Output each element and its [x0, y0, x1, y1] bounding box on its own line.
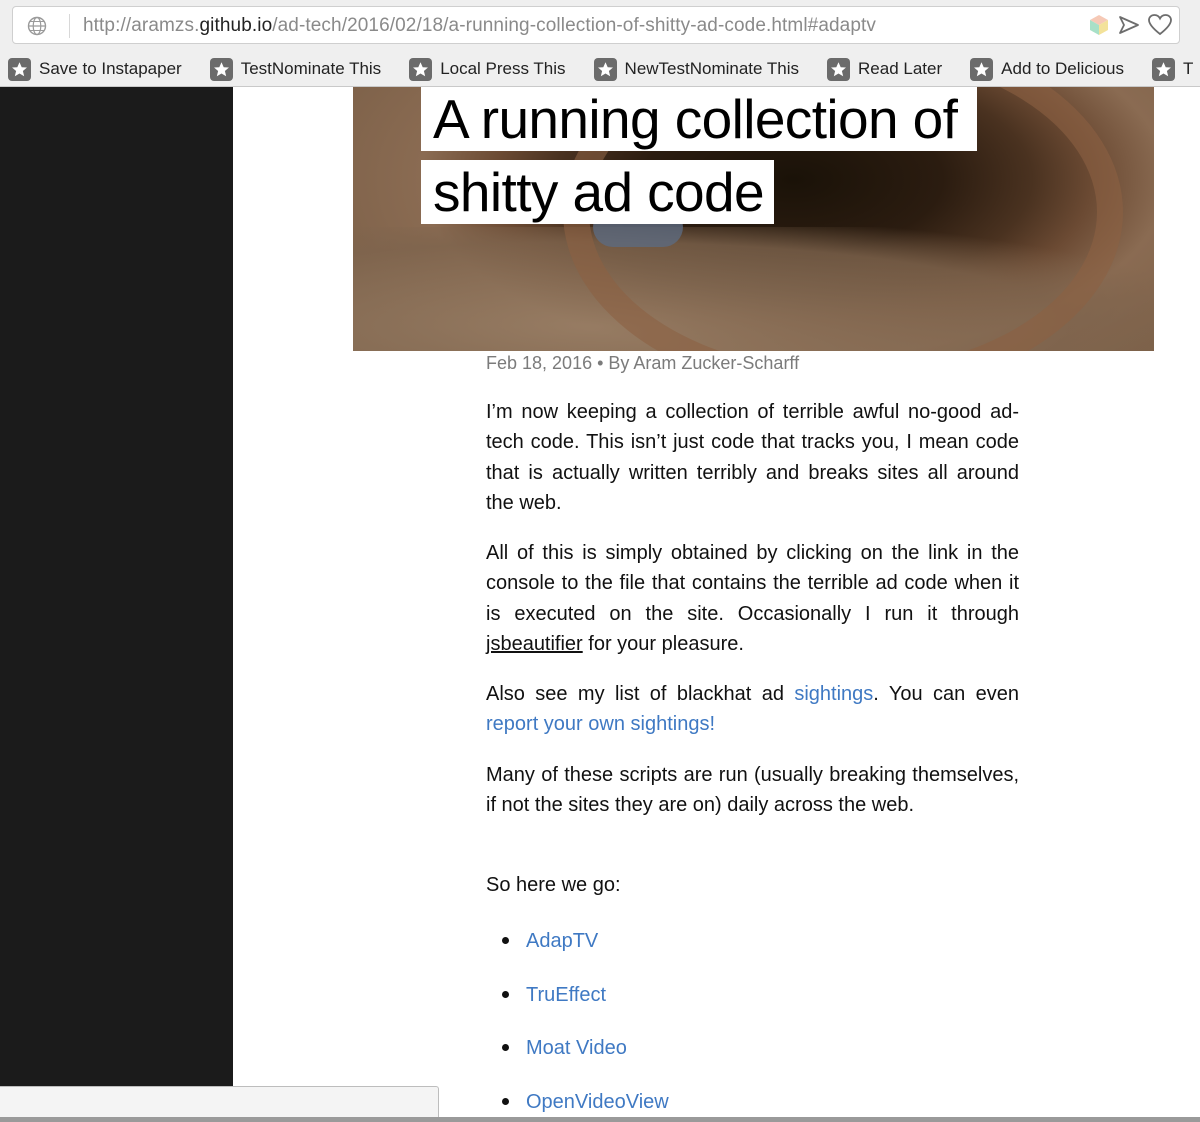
star-icon: [409, 57, 433, 81]
toc-link-trueffect[interactable]: TruEffect: [526, 984, 606, 1006]
bookmark-label: Local Press This: [440, 59, 566, 78]
star-icon: [970, 57, 994, 81]
bookmark-local-press-this[interactable]: Local Press This: [409, 57, 566, 81]
paragraph-method: All of this is simply obtained by clicki…: [486, 538, 1019, 659]
bookmarks-bar: Save to Instapaper TestNominate This Loc…: [0, 52, 1200, 86]
bookmark-truncated[interactable]: T: [1152, 57, 1194, 81]
report-sightings-link[interactable]: report your own sightings!: [486, 713, 715, 735]
bookmark-add-to-delicious[interactable]: Add to Delicious: [970, 57, 1124, 81]
article-meta: Feb 18, 2016 • By Aram Zucker-Scharff: [486, 353, 800, 373]
article-title-line-2: shitty ad code: [421, 160, 774, 224]
toc-link-adaptv[interactable]: AdapTV: [526, 930, 598, 952]
bookmark-label: Add to Delicious: [1001, 59, 1124, 78]
paragraph-text: . You can even: [873, 683, 1020, 705]
jsbeautifier-link[interactable]: jsbeautifier: [486, 633, 583, 655]
bullet-icon: [502, 1098, 509, 1106]
address-bar[interactable]: http://aramzs.github.io/ad-tech/2016/02/…: [12, 6, 1180, 44]
paragraph-intro: I’m now keeping a collection of terrible…: [486, 401, 1019, 514]
paragraph-scripts: Many of these scripts are run (usually b…: [486, 764, 1019, 817]
send-icon[interactable]: [1117, 13, 1141, 37]
star-icon: [8, 57, 31, 81]
url-path: /ad-tech/2016/02/18/a-running-collection…: [272, 15, 876, 36]
globe-icon: [27, 16, 47, 36]
bullet-icon: [502, 990, 509, 998]
bookmark-label: T: [1183, 59, 1194, 78]
url-text[interactable]: http://aramzs.github.io/ad-tech/2016/02/…: [83, 15, 876, 37]
bookmark-newtestnominate-this[interactable]: NewTestNominate This: [593, 57, 800, 81]
bookmark-label: Read Later: [858, 59, 943, 78]
bullet-icon: [502, 937, 509, 944]
url-separator: [69, 14, 70, 38]
paragraph-text: All of this is simply obtained by clicki…: [486, 542, 1019, 625]
bullet-icon: [502, 1044, 509, 1052]
paragraph-text: Also see my list of blackhat ad: [486, 683, 795, 705]
toc-link-openvideoview[interactable]: OpenVideoView: [526, 1091, 669, 1113]
toc-item: TruEffect: [486, 976, 1019, 1030]
dark-sidebar: [0, 87, 233, 1122]
bookmark-label: Save to Instapaper: [39, 59, 182, 78]
heart-icon[interactable]: [1147, 13, 1173, 37]
star-icon: [1152, 57, 1175, 81]
star-icon: [593, 57, 617, 81]
bookmark-label: NewTestNominate This: [624, 59, 800, 78]
paragraph-here-we-go: So here we go:: [486, 874, 621, 896]
toc-item: AdapTV: [486, 922, 1019, 976]
paragraph-see-also: Also see my list of blackhat ad sighting…: [486, 679, 1019, 740]
bookmark-label: TestNominate This: [240, 59, 382, 78]
bookmark-testnominate-this[interactable]: TestNominate This: [209, 57, 382, 81]
toc-link-moat-video[interactable]: Moat Video: [526, 1037, 627, 1059]
paragraph-text: for your pleasure.: [582, 632, 744, 655]
window-bottom-edge: [0, 1117, 1200, 1122]
sightings-link[interactable]: sightings: [794, 683, 873, 705]
star-icon: [209, 57, 233, 81]
browser-toolbar: http://aramzs.github.io/ad-tech/2016/02/…: [0, 0, 1200, 87]
table-of-contents: AdapTV TruEffect Moat Video OpenVideoVie…: [486, 922, 1019, 1122]
bookmark-read-later[interactable]: Read Later: [827, 57, 943, 81]
bookmark-save-to-instapaper[interactable]: Save to Instapaper: [8, 57, 182, 81]
address-bar-actions: [1087, 13, 1173, 37]
star-icon: [827, 57, 851, 81]
url-host: github.io: [199, 15, 273, 36]
cube-icon[interactable]: [1087, 13, 1111, 37]
toc-item: Moat Video: [486, 1029, 1019, 1083]
url-prefix: http://aramzs.: [83, 15, 200, 36]
article-title-line-1: A running collection of: [421, 87, 977, 151]
